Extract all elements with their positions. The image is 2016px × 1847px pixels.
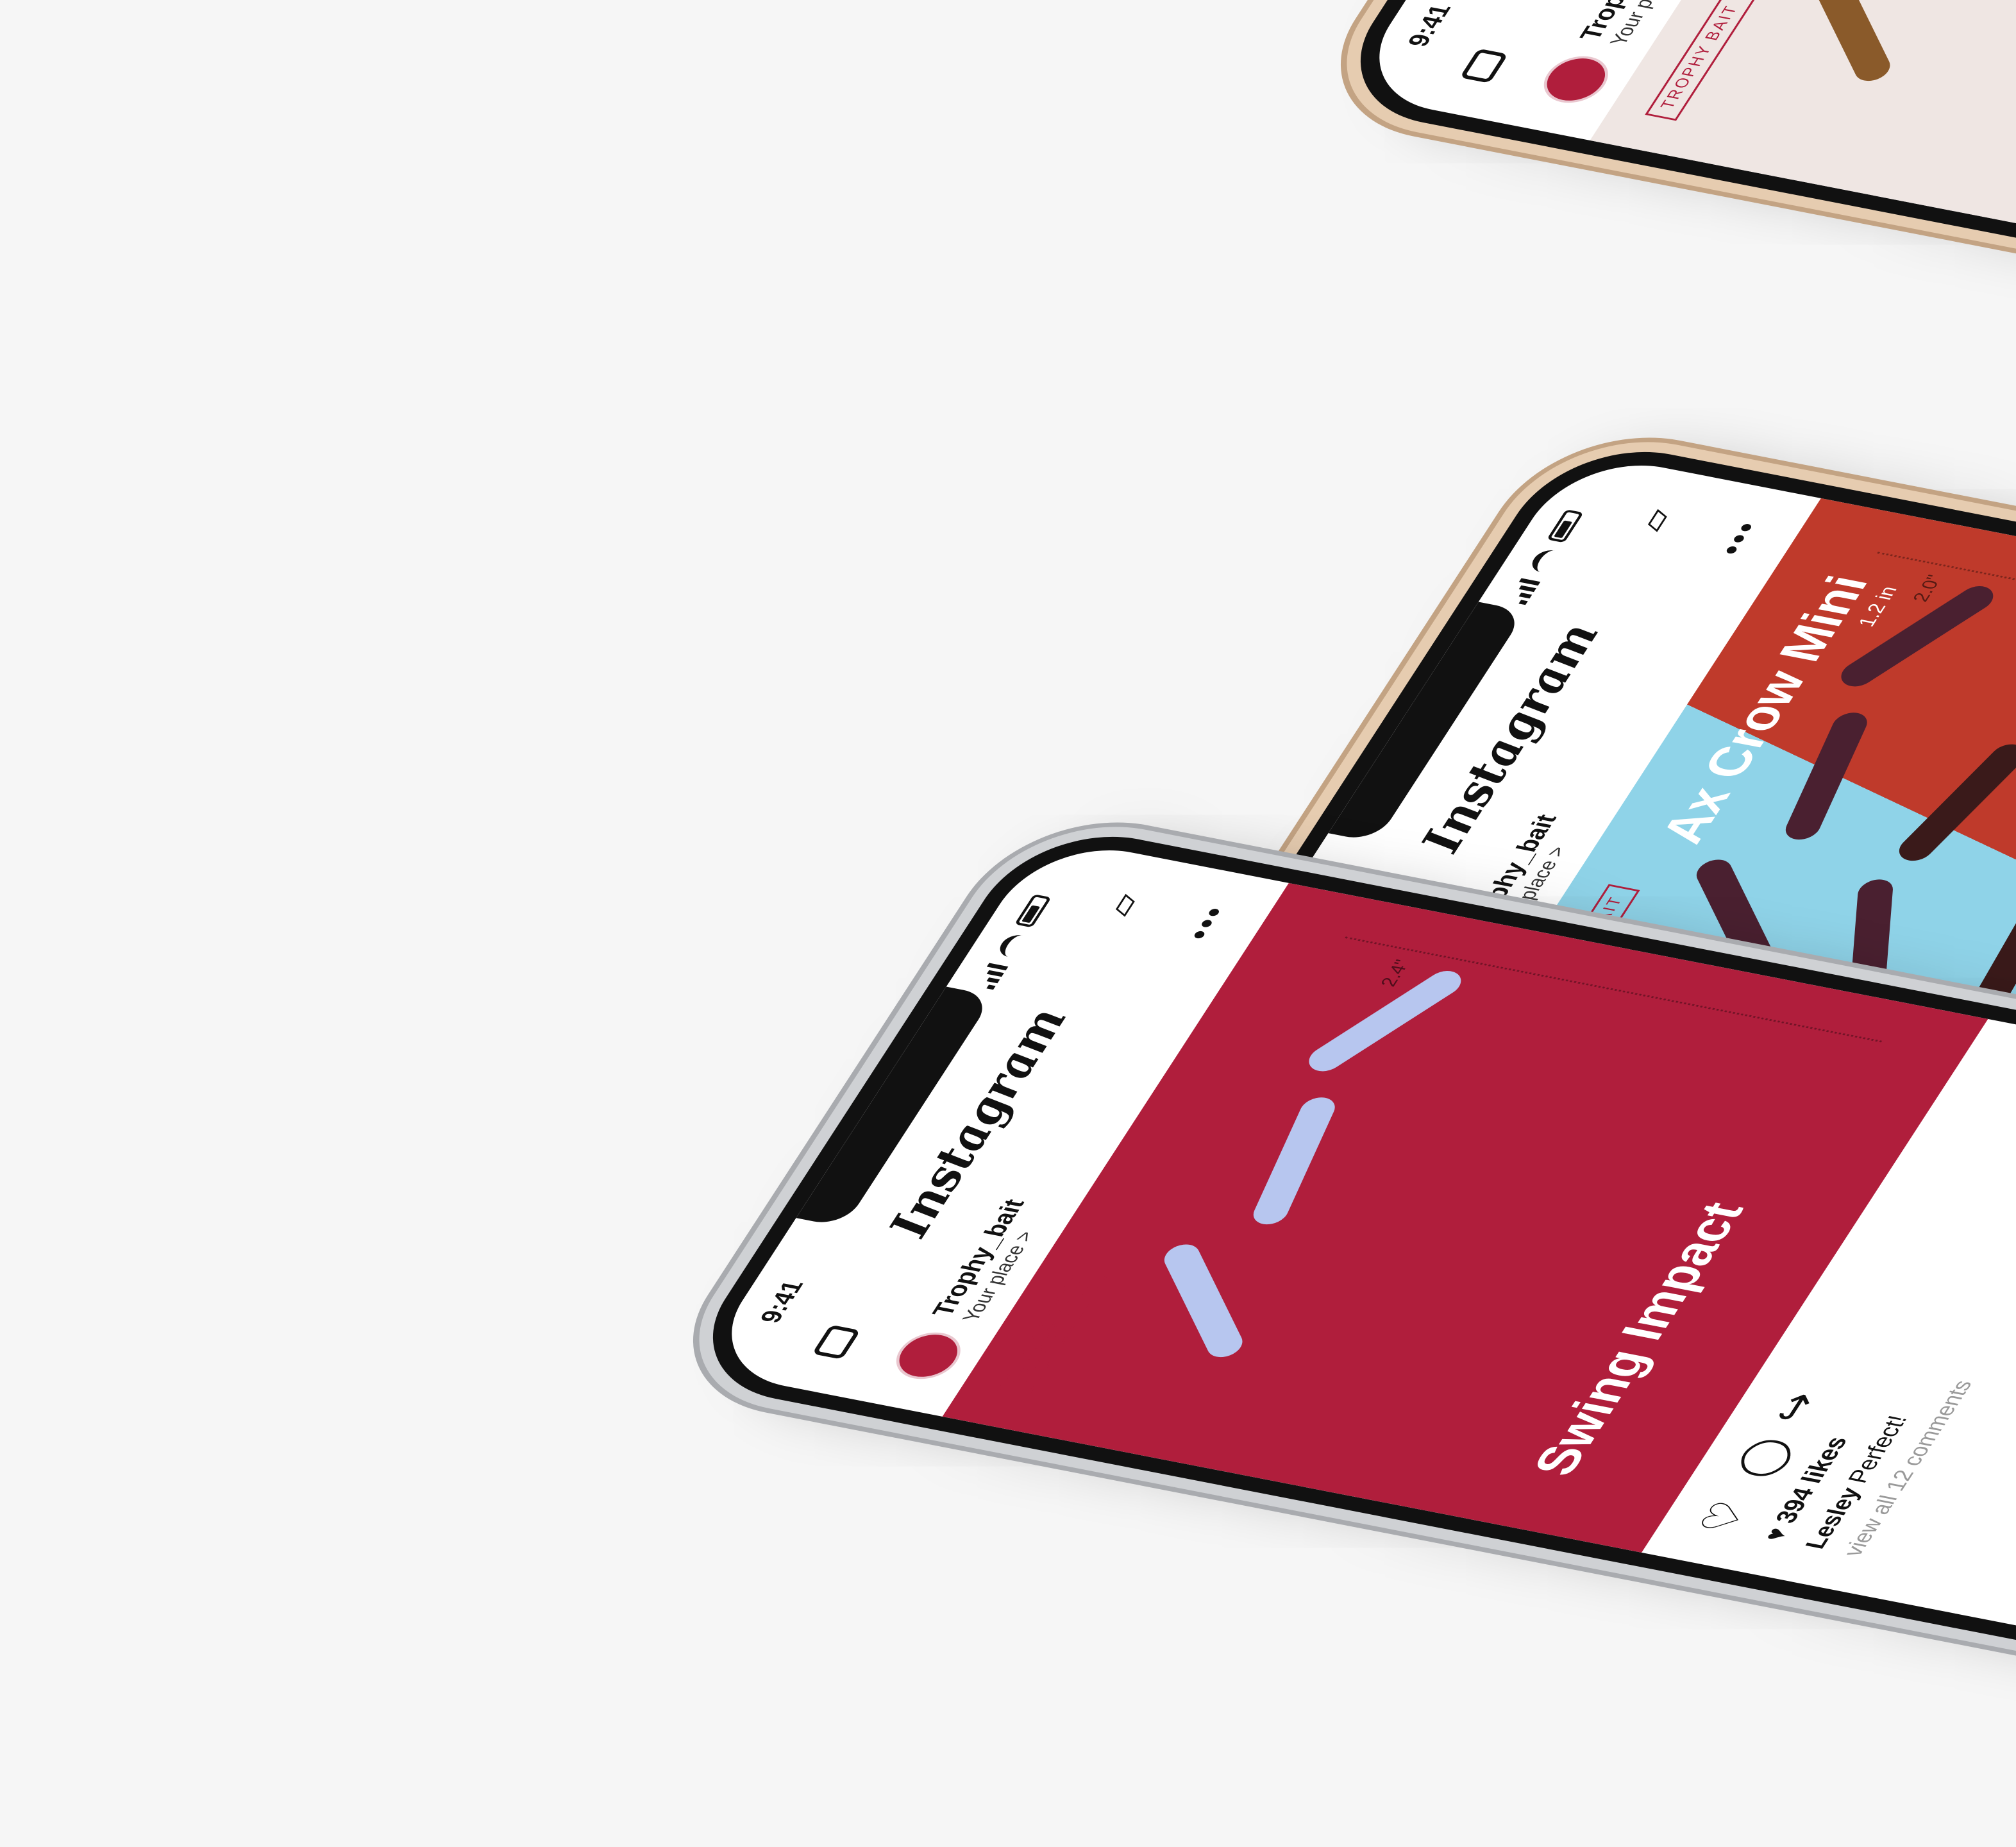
phone-bezel: 9:41 Instagram ▱ Trophy_bait Your place … — [1321, 0, 2016, 388]
more-options-icon[interactable]: ••• — [1710, 518, 1769, 559]
fishing-lure — [1892, 739, 2016, 865]
instagram-screen: 9:41 Instagram ▱ Trophy_bait Your place … — [1345, 0, 2016, 372]
product-title: Swing Impact — [1520, 1198, 1756, 1480]
heart-icon[interactable]: ♡ — [1688, 1497, 1760, 1538]
fishing-lure — [1159, 1240, 1247, 1362]
ruler-label: 2.0" — [1908, 573, 1947, 603]
battery-icon — [1014, 894, 1052, 928]
more-options-icon[interactable]: ••• — [1178, 902, 1237, 943]
avatar[interactable] — [885, 1328, 972, 1384]
ruler-label: 2.4" — [1376, 957, 1415, 988]
cellular-signal-icon — [973, 963, 1009, 990]
status-time: 9:41 — [754, 1278, 810, 1326]
share-icon[interactable]: ↪ — [1760, 1388, 1830, 1427]
fishing-lure — [1248, 1096, 1340, 1226]
status-time: 9:41 — [1402, 2, 1457, 49]
avatar[interactable] — [1533, 51, 1620, 108]
fishing-lure — [1807, 0, 1895, 86]
wifi-icon — [995, 932, 1027, 958]
wifi-icon — [1527, 548, 1559, 573]
cellular-signal-icon — [1505, 578, 1541, 605]
iphone-mockup-3: 9:41 Instagram ▱ Trophy_bait Your place … — [1321, 0, 2016, 388]
battery-icon — [1546, 509, 1584, 543]
fishing-lure — [1781, 711, 1872, 841]
fishing-lure — [2012, 777, 2016, 881]
comment-icon[interactable]: ◯ — [1725, 1433, 1801, 1482]
post-photo[interactable]: TROPHY BAIT Swing Impact 3.0 in 2.0" — [1590, 0, 2016, 276]
